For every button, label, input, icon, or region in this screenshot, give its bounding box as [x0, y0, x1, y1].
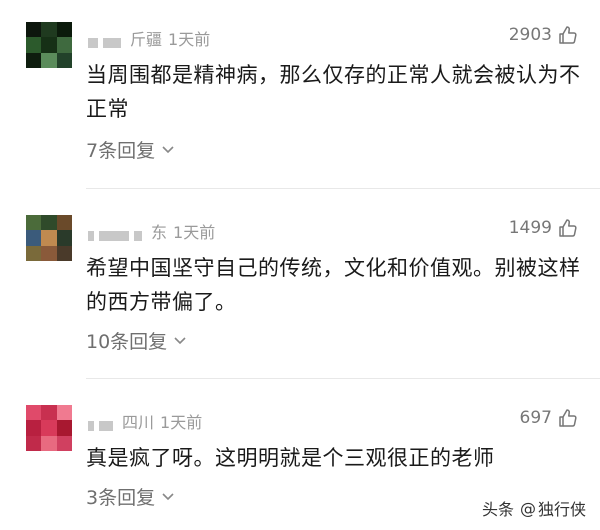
avatar-pixel	[26, 215, 42, 231]
avatar-pixel	[41, 245, 57, 261]
avatar-pixel	[26, 22, 42, 38]
comment-text: 真是疯了呀。这明明就是个三观很正的老师	[86, 446, 495, 470]
location: 东	[151, 223, 168, 242]
divider	[86, 378, 600, 379]
like-button[interactable]: 1499	[509, 218, 578, 238]
avatar-pixel	[26, 37, 42, 53]
user-line: 斤疆 1天前	[88, 26, 210, 50]
view-replies-button[interactable]: 3条回复	[86, 483, 175, 510]
thumbs-up-icon	[559, 409, 577, 427]
comment-text: 当周围都是精神病，那么仅存的正常人就会被认为不正常	[86, 63, 581, 121]
avatar-pixel	[26, 52, 42, 68]
username-redacted[interactable]	[88, 225, 147, 241]
view-replies-button[interactable]: 7条回复	[86, 136, 175, 163]
like-count: 2903	[508, 25, 552, 45]
user-line: 四川 1天前	[88, 409, 202, 433]
view-replies-button[interactable]: 10条回复	[86, 327, 187, 354]
avatar-pixel	[26, 245, 42, 261]
avatar-pixel	[41, 435, 57, 451]
like-button[interactable]: 2903	[509, 25, 578, 45]
avatar-pixel	[41, 230, 57, 246]
like-button[interactable]: 697	[520, 408, 578, 428]
watermark: 头条 @ 独行侠	[482, 496, 586, 520]
avatar-pixel	[26, 420, 42, 436]
location: 斤疆	[130, 30, 163, 49]
watermark-at: @	[519, 498, 536, 518]
avatar-pixel	[41, 405, 57, 421]
avatar-pixel	[41, 22, 57, 38]
like-count: 697	[519, 408, 552, 428]
avatar-pixel	[41, 52, 57, 68]
chevron-down-icon	[162, 492, 174, 500]
avatar-pixel	[56, 405, 72, 421]
avatar-pixel	[56, 215, 72, 231]
chevron-down-icon	[174, 336, 186, 344]
avatar-pixel	[26, 230, 42, 246]
avatar-pixel	[41, 37, 57, 53]
avatar-pixel	[56, 230, 72, 246]
chevron-down-icon	[162, 145, 174, 153]
avatar-pixel	[41, 420, 57, 436]
timestamp: 1天前	[173, 223, 216, 242]
avatar-pixel	[26, 435, 42, 451]
replies-label: 7条回复	[86, 140, 156, 162]
comment-text: 希望中国坚守自己的传统，文化和价值观。别被这样的西方带偏了。	[86, 256, 581, 314]
timestamp: 1天前	[168, 30, 211, 49]
avatar-pixel	[26, 405, 42, 421]
watermark-source: 头条	[481, 500, 514, 519]
user-line: 东 1天前	[88, 219, 215, 243]
divider	[86, 188, 600, 189]
avatar[interactable]	[26, 215, 72, 261]
avatar[interactable]	[26, 405, 72, 451]
avatar[interactable]	[26, 22, 72, 68]
timestamp: 1天前	[160, 413, 203, 432]
avatar-pixel	[41, 215, 57, 231]
avatar-pixel	[56, 245, 72, 261]
replies-label: 3条回复	[86, 487, 156, 509]
thumbs-up-icon	[559, 219, 577, 237]
watermark-author: 独行侠	[537, 500, 586, 519]
username-redacted[interactable]	[88, 415, 118, 431]
replies-label: 10条回复	[86, 331, 168, 353]
username-redacted[interactable]	[88, 32, 126, 48]
avatar-pixel	[56, 435, 72, 451]
avatar-pixel	[56, 37, 72, 53]
like-count: 1499	[508, 218, 552, 238]
avatar-pixel	[56, 420, 72, 436]
thumbs-up-icon	[559, 26, 577, 44]
location: 四川	[122, 413, 155, 432]
avatar-pixel	[56, 52, 72, 68]
avatar-pixel	[56, 22, 72, 38]
